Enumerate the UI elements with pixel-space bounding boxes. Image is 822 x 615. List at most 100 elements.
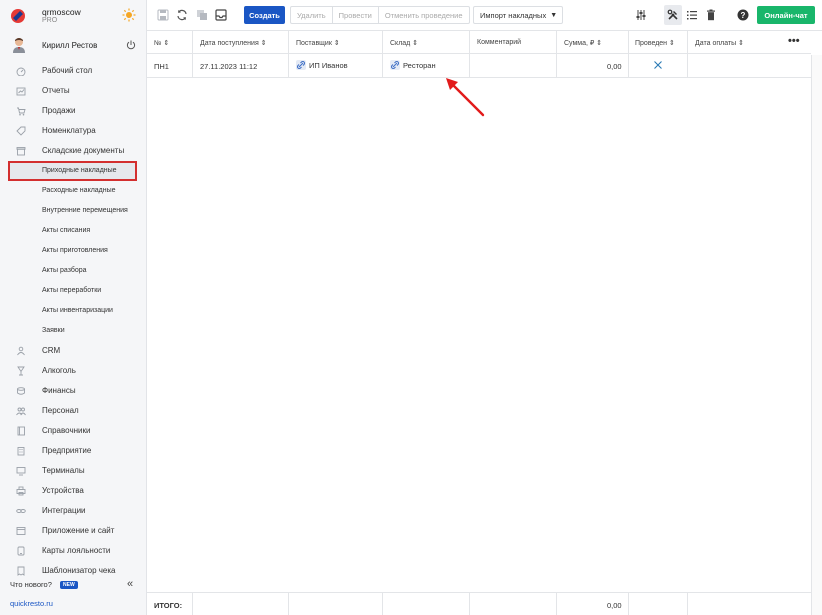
online-chat-button[interactable]: Онлайн-чат [757,6,815,24]
report-icon [16,87,26,96]
tools-icon[interactable] [667,9,679,21]
sidebar-item-link[interactable]: Интеграции [0,502,147,520]
sidebar-subitem[interactable]: Расходные накладные [0,182,147,200]
trash-icon[interactable] [705,9,717,21]
delete-button[interactable]: Удалить [291,7,333,23]
column-divider [687,592,688,615]
sidebar-subitem[interactable]: Акты разбора [0,262,147,280]
sidebar-subitem-label: Акты переработки [42,287,102,294]
sidebar-item-book[interactable]: Справочники [0,422,147,440]
col-header-comment[interactable]: Комментарий [477,39,521,46]
sidebar-item-cart[interactable]: Продажи [0,102,147,120]
col-header-paid-date[interactable]: Дата оплаты ⇕ [695,39,744,47]
sidebar-item-printer[interactable]: Устройства [0,482,147,500]
sidebar-subitem[interactable]: Заявки [0,322,147,340]
vertical-scrollbar[interactable] [811,55,822,615]
sidebar-subitem-label: Акты инвентаризации [42,307,113,314]
card-icon [17,546,25,556]
cell-supplier[interactable]: ИП Иванов [296,60,348,70]
sidebar-subitem-label: Приходные накладные [42,167,117,174]
sidebar-item-label: Справочники [42,426,91,435]
sidebar-subitem[interactable]: Акты списания [0,222,147,240]
col-header-date[interactable]: Дата поступления ⇕ [200,39,267,47]
avatar [13,38,25,53]
sidebar-subitem[interactable]: Акты приготовления [0,242,147,260]
filter-sliders-icon[interactable] [635,9,647,21]
sidebar-subitem-label: Внутренние перемещения [42,207,128,214]
people-icon [16,407,26,416]
col-header-sum[interactable]: Сумма, ₽ ⇕ [564,39,602,47]
col-header-posted[interactable]: Проведен ⇕ [635,39,675,47]
column-divider [469,592,470,615]
user-profile[interactable]: Кирилл Рестов [0,36,147,56]
inbox-icon[interactable] [215,9,227,21]
collapse-sidebar-button[interactable]: « [127,578,133,590]
sidebar-subitem[interactable]: Внутренние перемещения [0,202,147,220]
whats-new-link[interactable]: Что нового? [10,580,52,589]
sidebar-item-person[interactable]: CRM [0,342,147,360]
col-header-supplier[interactable]: Поставщик ⇕ [296,39,340,47]
post-button[interactable]: Провести [333,7,379,23]
table-footer: ИТОГО: 0,00 [147,592,811,615]
cell-warehouse[interactable]: Ресторан [390,60,436,70]
sidebar-subitem-label: Акты разбора [42,267,87,274]
unpost-button[interactable]: Отменить проведение [379,7,469,23]
sidebar-item-gauge[interactable]: Рабочий стол [0,62,147,80]
person-icon [17,346,25,356]
sidebar-item-glass[interactable]: Алкоголь [0,362,147,380]
sidebar-item-report[interactable]: Отчеты [0,82,147,100]
toolbar: Создать Удалить Провести Отменить провед… [147,0,822,31]
brand-plan: PRO [42,17,58,24]
sidebar-subitem-label: Расходные накладные [42,187,116,194]
import-dropdown[interactable]: Импорт накладных ▼ [473,6,563,24]
help-icon[interactable]: ? [737,9,749,21]
column-divider [628,592,629,615]
sidebar-subitem-active[interactable]: Приходные накладные [8,161,137,181]
sidebar-subitem[interactable]: Акты переработки [0,282,147,300]
sidebar-item-label: Интеграции [42,506,86,515]
copy-icon[interactable] [196,9,208,21]
total-label: ИТОГО: [154,601,183,610]
cart-icon [17,107,26,116]
sidebar-item-building[interactable]: Предприятие [0,442,147,460]
col-header-warehouse[interactable]: Склад ⇕ [390,39,418,47]
sidebar-item-label: Отчеты [42,86,70,95]
col-header-number[interactable]: № ⇕ [154,39,169,47]
cell-sum: 0,00 [607,62,622,71]
column-divider [192,592,193,615]
coins-icon [17,387,25,395]
sidebar-item-receipt[interactable]: Шаблонизатор чека [0,562,147,580]
theme-sun-icon[interactable] [122,8,136,22]
sidebar-item-box[interactable]: Складские документы [0,142,147,160]
sidebar-item-label: CRM [42,346,61,355]
sidebar-item-card[interactable]: Карты лояльности [0,542,147,560]
column-divider [556,592,557,615]
sidebar-subitem[interactable]: Акты инвентаризации [0,302,147,320]
sidebar-item-terminal[interactable]: Терминалы [0,462,147,480]
column-divider [382,592,383,615]
create-button[interactable]: Создать [244,6,285,24]
sidebar-item-app[interactable]: Приложение и сайт [0,522,147,540]
cell-date: 27.11.2023 11:12 [200,62,258,71]
gauge-icon [16,67,26,76]
sidebar-subitem-label: Заявки [42,327,65,334]
sidebar: qrmoscow PRO Кирилл Рестов Рабочий стол О… [0,0,147,615]
brand-name: qrmoscow [42,7,81,17]
logout-power-icon[interactable] [126,40,136,50]
sidebar-item-label: Финансы [42,386,76,395]
list-view-icon[interactable] [686,9,698,21]
user-name: Кирилл Рестов [42,41,98,50]
sidebar-item-label: Терминалы [42,466,85,475]
refresh-icon[interactable] [176,9,188,21]
sidebar-item-people[interactable]: Персонал [0,402,147,420]
sidebar-item-tag[interactable]: Номенклатура [0,122,147,140]
site-link[interactable]: quickresto.ru [10,599,53,608]
brand[interactable]: qrmoscow PRO [0,0,147,32]
save-icon[interactable] [157,9,169,21]
more-options-icon[interactable]: ••• [788,35,800,47]
sidebar-item-coins[interactable]: Финансы [0,382,147,400]
svg-text:?: ? [741,11,746,20]
not-posted-x-icon [654,61,662,69]
sidebar-subitem-label: Акты приготовления [42,247,108,254]
warehouse-name: Ресторан [403,60,436,70]
